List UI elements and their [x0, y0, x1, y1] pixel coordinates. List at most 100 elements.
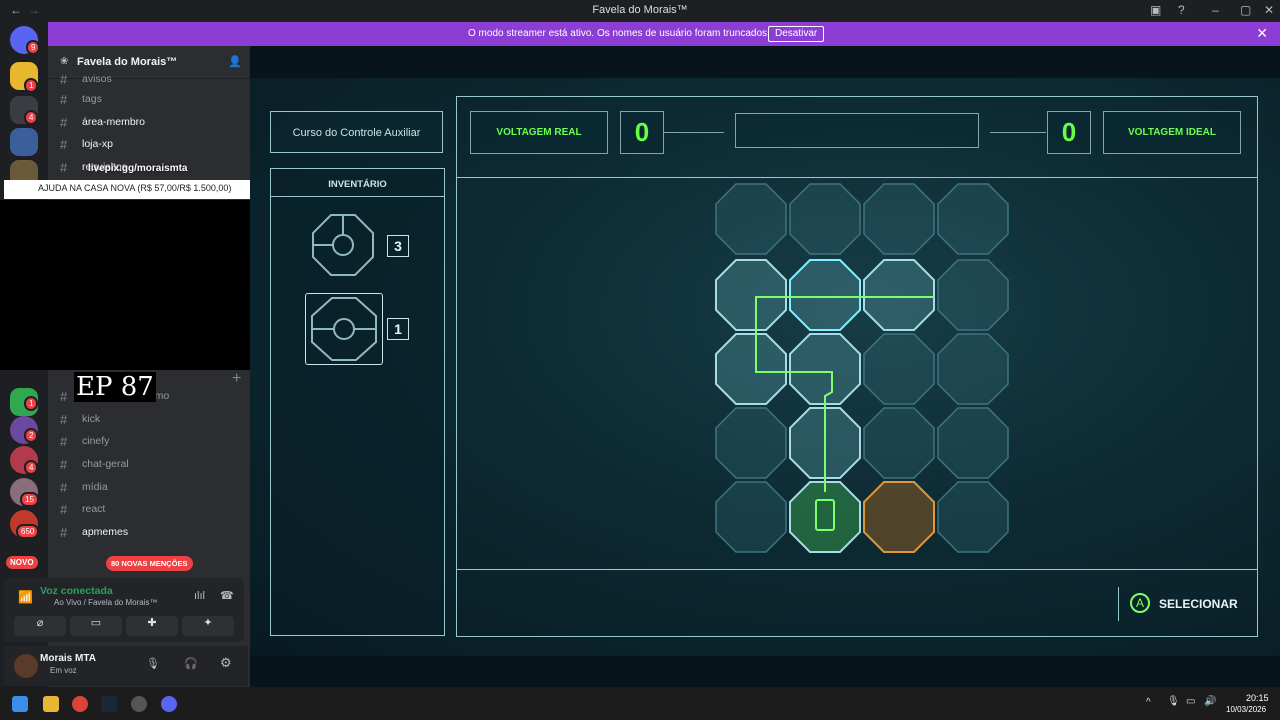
inbox-icon[interactable]: ▣: [1150, 3, 1161, 17]
mic-tray-icon[interactable]: 🎙: [1167, 696, 1180, 707]
livepix-link: livepix.gg/moraismta: [88, 163, 188, 174]
username: Morais MTA: [40, 653, 96, 664]
select-label[interactable]: SELECIONAR: [1159, 597, 1238, 611]
user-status: Em voz: [50, 666, 77, 675]
microphone-icon[interactable]: 🎙: [146, 657, 160, 670]
disable-streamer-button[interactable]: Desativar: [768, 26, 825, 42]
prompt-divider: [1118, 587, 1119, 621]
camera-off-button[interactable]: ⌀: [14, 616, 66, 636]
noise-suppression-icon[interactable]: ılıl: [194, 590, 205, 602]
meter-line-right: [990, 132, 1046, 133]
clock-date[interactable]: 10/03/2026: [1226, 705, 1266, 714]
inventory-count: 3: [387, 235, 409, 257]
new-pill[interactable]: NOVO: [6, 556, 38, 569]
voice-channel[interactable]: Ao Vivo / Favela do Morais™: [54, 598, 157, 607]
avatar[interactable]: [14, 654, 38, 678]
app-icon[interactable]: [131, 696, 147, 712]
channel-item[interactable]: # tags: [58, 90, 248, 110]
clock-time[interactable]: 20:15: [1246, 693, 1269, 703]
soundboard-icon: ✦: [203, 617, 213, 629]
tray-chevron-icon[interactable]: ^: [1146, 697, 1151, 708]
grid-cell: [715, 407, 787, 479]
grid-cell: [937, 333, 1009, 405]
grid-cell: [789, 183, 861, 255]
guild-name[interactable]: Favela do Morais™: [77, 56, 177, 68]
home-badge: 9: [26, 40, 41, 55]
settings-gear-icon[interactable]: ⚙: [220, 655, 232, 671]
user-panel: Morais MTA Em voz 🎙 🎧 ⚙: [4, 646, 248, 686]
voltage-meter: [735, 113, 979, 148]
disconnect-icon[interactable]: ☎: [220, 589, 234, 602]
help-icon[interactable]: ?: [1178, 3, 1185, 17]
discord-taskbar-icon[interactable]: [161, 696, 177, 712]
banner-message: O modo streamer está ativo. Os nomes de …: [468, 28, 770, 39]
board-top-divider: [457, 177, 1257, 178]
stream-overlay-panel: [0, 200, 267, 370]
screen-share-button[interactable]: ▭: [70, 616, 122, 636]
server-badge: 1: [24, 78, 39, 93]
target-cell: [863, 481, 935, 553]
start-icon[interactable]: [12, 696, 28, 712]
activities-button[interactable]: ✚: [126, 616, 178, 636]
close-banner-icon[interactable]: ✕: [1256, 25, 1268, 42]
voltage-ideal-value: 0: [1047, 111, 1091, 154]
activities-icon: ✚: [147, 617, 157, 629]
channel-item[interactable]: # área-membro: [58, 113, 248, 133]
placed-piece: [789, 333, 861, 405]
server-icon[interactable]: [10, 128, 38, 156]
add-channel-icon[interactable]: +: [232, 370, 241, 388]
inventory-label: INVENTÁRIO: [328, 179, 387, 190]
soundboard-button[interactable]: ✦: [182, 616, 234, 636]
signal-icon: 📶: [18, 590, 33, 604]
file-explorer-icon[interactable]: [43, 696, 59, 712]
grid-cell: [937, 481, 1009, 553]
close-window-icon[interactable]: ✕: [1264, 3, 1274, 17]
inventory-slot-selected[interactable]: [305, 293, 383, 365]
donation-goal-bar: AJUDA NA CASA NOVA (R$ 57,00/R$ 1.500,00…: [4, 180, 267, 199]
channel-item[interactable]: # avisos: [58, 70, 248, 90]
network-icon[interactable]: ▭: [1186, 696, 1195, 707]
headphones-icon[interactable]: 🎧: [184, 657, 198, 670]
steam-icon[interactable]: [101, 696, 117, 712]
guild-icon: ❀: [60, 56, 69, 67]
placed-piece: [863, 259, 935, 331]
meter-line-left: [664, 132, 724, 133]
circuit-grid[interactable]: [714, 182, 1016, 558]
maximize-icon[interactable]: ▢: [1240, 3, 1251, 17]
volume-icon[interactable]: 🔊: [1204, 696, 1216, 707]
channel-item[interactable]: # mídia: [58, 478, 248, 498]
server-badge: 650: [16, 524, 40, 539]
server-badge: 15: [20, 492, 39, 507]
channel-item[interactable]: # react: [58, 500, 248, 520]
course-title-panel: Curso do Controle Auxiliar: [270, 111, 443, 153]
window-titlebar: ← → Favela do Morais™ ▣ ? – ▢ ✕: [0, 0, 1280, 21]
grid-cell: [937, 407, 1009, 479]
add-member-icon[interactable]: 👤: [228, 55, 242, 68]
chrome-icon[interactable]: [72, 696, 88, 712]
server-badge: 2: [24, 428, 39, 443]
windows-taskbar: ^ 🎙 ▭ 🔊 20:15 10/03/2026: [0, 687, 1280, 720]
placed-piece: [789, 259, 861, 331]
voice-panel: 📶 Voz conectada Ao Vivo / Favela do Mora…: [4, 578, 244, 642]
board-bottom-divider: [457, 569, 1257, 570]
grid-cell: [863, 407, 935, 479]
course-title: Curso do Controle Auxiliar: [292, 127, 421, 139]
grid-cell: [937, 183, 1009, 255]
window-title: Favela do Morais™: [592, 4, 688, 16]
channel-item[interactable]: # kick: [58, 410, 248, 430]
streamer-mode-banner: O modo streamer está ativo. Os nomes de …: [48, 22, 1280, 46]
server-badge: 4: [24, 110, 39, 125]
channel-item[interactable]: # cinefy: [58, 432, 248, 452]
new-mentions-pill[interactable]: 80 NOVAS MENÇÕES: [106, 556, 193, 571]
grid-cell: [715, 481, 787, 553]
voice-status: Voz conectada: [40, 585, 113, 597]
minimize-icon[interactable]: –: [1212, 3, 1219, 17]
inventory-piece-elbow[interactable]: [311, 213, 375, 277]
grid-cell: [937, 259, 1009, 331]
channel-item[interactable]: # apmemes: [58, 523, 248, 543]
channel-item[interactable]: # chat-geral: [58, 455, 248, 475]
channel-item[interactable]: # loja-xp: [58, 135, 248, 155]
voltage-real-value: 0: [620, 111, 664, 154]
a-button-icon: A: [1130, 593, 1150, 613]
voltage-ideal-label: VOLTAGEM IDEAL: [1103, 111, 1241, 154]
